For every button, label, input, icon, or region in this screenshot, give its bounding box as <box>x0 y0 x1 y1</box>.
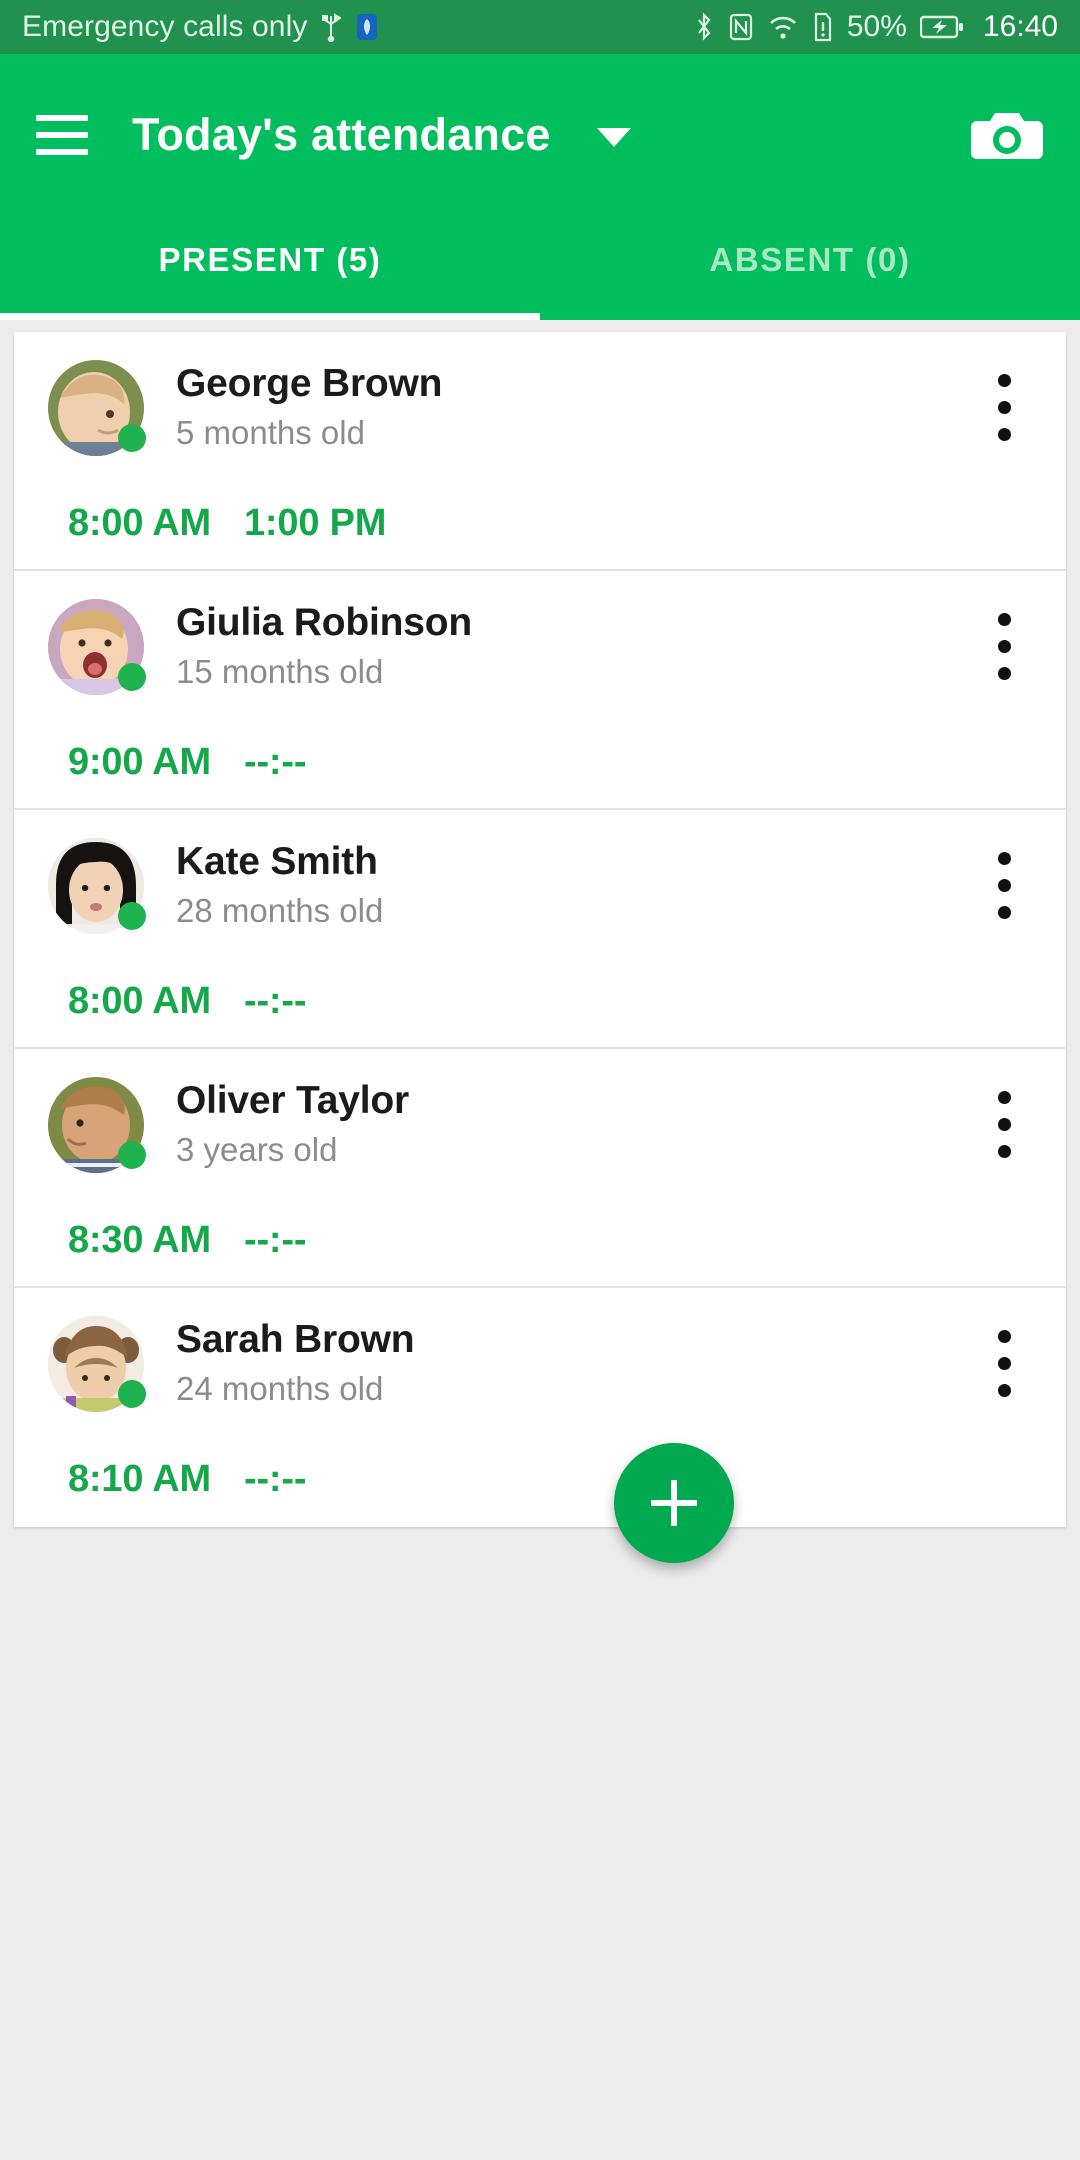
list-item[interactable]: Sarah Brown 24 months old 8:10 AM --:-- <box>14 1288 1066 1527</box>
list-item-header: George Brown 5 months old <box>14 360 1066 456</box>
battery-percent-label: 50% <box>846 10 907 43</box>
child-name: Kate Smith <box>176 840 378 883</box>
avatar <box>48 838 146 934</box>
attendance-list-container: George Brown 5 months old 8:00 AM 1:00 P… <box>0 320 1080 2160</box>
list-item[interactable]: Giulia Robinson 15 months old 9:00 AM --… <box>14 571 1066 810</box>
list-item-times: 8:00 AM 1:00 PM <box>14 502 1066 545</box>
tab-present[interactable]: PRESENT (5) <box>0 215 540 320</box>
child-age: 3 years old <box>176 1130 338 1168</box>
child-age: 5 months old <box>176 413 365 451</box>
more-vertical-icon[interactable] <box>976 360 1032 441</box>
child-name: Giulia Robinson <box>176 601 472 644</box>
check-out-time[interactable]: 1:00 PM <box>244 502 386 545</box>
check-in-time[interactable]: 8:00 AM <box>68 980 244 1023</box>
attendance-list: George Brown 5 months old 8:00 AM 1:00 P… <box>14 332 1066 1527</box>
avatar <box>48 1316 146 1412</box>
status-bar: Emergency calls only 50% 16:40 <box>0 0 1080 54</box>
presence-dot <box>118 663 146 691</box>
presence-dot <box>118 424 146 452</box>
list-item[interactable]: Oliver Taylor 3 years old 8:30 AM --:-- <box>14 1049 1066 1288</box>
more-vertical-icon[interactable] <box>976 838 1032 919</box>
battery-charging-icon <box>919 12 964 42</box>
more-vertical-icon[interactable] <box>976 1077 1032 1158</box>
check-in-time[interactable]: 9:00 AM <box>68 741 244 784</box>
child-age: 28 months old <box>176 891 384 929</box>
wifi-icon <box>767 11 799 43</box>
check-out-time[interactable]: --:-- <box>244 980 306 1023</box>
check-out-time[interactable]: --:-- <box>244 741 306 784</box>
check-in-time[interactable]: 8:30 AM <box>68 1219 244 1262</box>
sim-alert-icon <box>812 11 834 43</box>
avatar <box>48 599 146 695</box>
app-bar: Today's attendance <box>0 54 1080 215</box>
presence-dot <box>118 1380 146 1408</box>
child-age: 24 months old <box>176 1369 384 1407</box>
list-item-header: Oliver Taylor 3 years old <box>14 1077 1066 1173</box>
status-bar-left: Emergency calls only <box>22 10 693 44</box>
child-age: 15 months old <box>176 652 384 690</box>
status-bar-right: 50% 16:40 <box>693 10 1058 44</box>
bluetooth-icon <box>693 11 715 43</box>
list-item-text: George Brown 5 months old <box>176 360 976 451</box>
tab-absent[interactable]: ABSENT (0) <box>540 215 1080 320</box>
child-name: George Brown <box>176 362 443 405</box>
camera-icon[interactable] <box>968 104 1046 166</box>
add-button[interactable] <box>614 1443 734 1563</box>
check-out-time[interactable]: --:-- <box>244 1458 306 1501</box>
usb-icon <box>321 12 342 42</box>
list-item-header: Kate Smith 28 months old <box>14 838 1066 934</box>
list-item-header: Sarah Brown 24 months old <box>14 1316 1066 1412</box>
list-item-text: Oliver Taylor 3 years old <box>176 1077 976 1168</box>
check-in-time[interactable]: 8:00 AM <box>68 502 244 545</box>
clock-label: 16:40 <box>982 10 1058 43</box>
presence-dot <box>118 1141 146 1169</box>
tab-bar: PRESENT (5) ABSENT (0) <box>0 215 1080 320</box>
tab-indicator <box>0 313 540 320</box>
shield-icon <box>355 12 379 42</box>
nfc-icon <box>728 11 754 43</box>
list-item-text: Giulia Robinson 15 months old <box>176 599 976 690</box>
list-item[interactable]: George Brown 5 months old 8:00 AM 1:00 P… <box>14 332 1066 571</box>
check-in-time[interactable]: 8:10 AM <box>68 1458 244 1501</box>
chevron-down-icon[interactable] <box>596 128 631 147</box>
more-vertical-icon[interactable] <box>976 1316 1032 1397</box>
list-item-times: 9:00 AM --:-- <box>14 741 1066 784</box>
more-vertical-icon[interactable] <box>976 599 1032 680</box>
list-item-header: Giulia Robinson 15 months old <box>14 599 1066 695</box>
hamburger-menu-icon[interactable] <box>36 114 88 155</box>
list-item-times: 8:30 AM --:-- <box>14 1219 1066 1262</box>
list-item-text: Sarah Brown 24 months old <box>176 1316 976 1407</box>
presence-dot <box>118 902 146 930</box>
carrier-label: Emergency calls only <box>22 10 308 43</box>
list-item-text: Kate Smith 28 months old <box>176 838 976 929</box>
child-name: Oliver Taylor <box>176 1079 409 1122</box>
list-item-times: 8:00 AM --:-- <box>14 980 1066 1023</box>
child-name: Sarah Brown <box>176 1318 415 1361</box>
list-item[interactable]: Kate Smith 28 months old 8:00 AM --:-- <box>14 810 1066 1049</box>
list-item-times: 8:10 AM --:-- <box>14 1458 1066 1501</box>
page-title: Today's attendance <box>132 108 551 160</box>
plus-icon-vertical <box>671 1480 677 1526</box>
check-out-time[interactable]: --:-- <box>244 1219 306 1262</box>
avatar <box>48 360 146 456</box>
avatar <box>48 1077 146 1173</box>
